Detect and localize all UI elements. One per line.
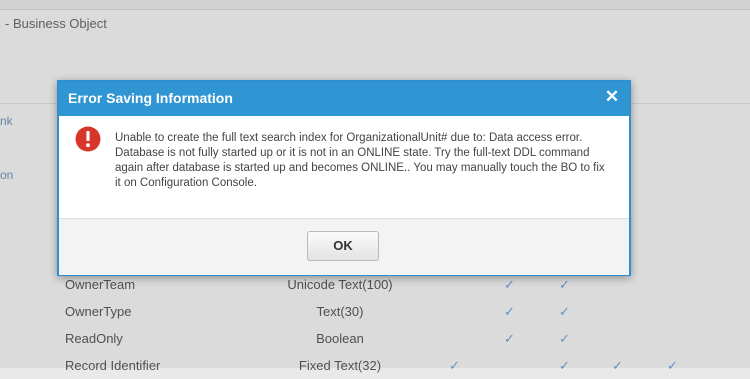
- close-icon[interactable]: ✕: [604, 88, 620, 105]
- error-circle-icon: [75, 126, 101, 152]
- dialog-footer: OK: [59, 218, 629, 275]
- error-dialog: Error Saving Information ✕ Unable to cre…: [57, 80, 631, 276]
- dialog-body: Unable to create the full text search in…: [59, 116, 629, 218]
- error-message: Unable to create the full text search in…: [115, 132, 605, 189]
- dialog-header: Error Saving Information ✕: [59, 82, 629, 116]
- ok-button[interactable]: OK: [307, 231, 379, 261]
- dialog-title: Error Saving Information: [68, 90, 233, 106]
